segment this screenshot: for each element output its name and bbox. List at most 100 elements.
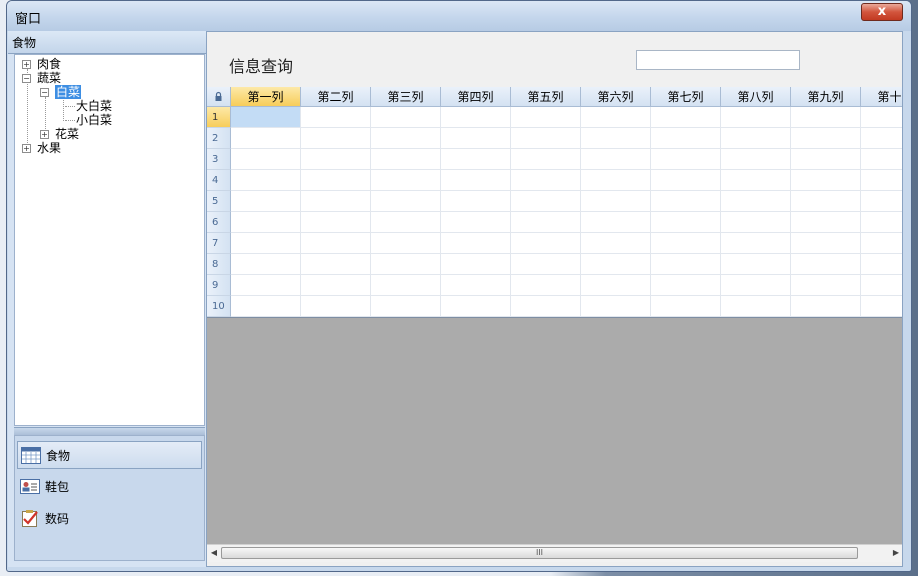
grid-cell[interactable] [301, 233, 371, 254]
grid-cell[interactable] [791, 233, 861, 254]
grid-cell[interactable] [861, 170, 902, 191]
column-header[interactable]: 第六列 [581, 87, 651, 107]
grid-cell[interactable] [721, 149, 791, 170]
scroll-left-icon[interactable]: ◀ [208, 547, 220, 559]
row-header[interactable]: 6 [207, 212, 231, 233]
grid-cell[interactable] [721, 170, 791, 191]
grid-cell[interactable] [301, 212, 371, 233]
grid-cell[interactable] [651, 191, 721, 212]
grid-cell[interactable] [231, 233, 301, 254]
grid-cell[interactable] [301, 128, 371, 149]
grid-cell[interactable] [231, 170, 301, 191]
grid-cell[interactable] [861, 191, 902, 212]
grid-cell[interactable] [231, 296, 301, 317]
grid-cell[interactable] [861, 149, 902, 170]
column-header[interactable]: 第一列 [231, 87, 301, 107]
grid-cell[interactable] [861, 128, 902, 149]
grid-cell[interactable] [441, 170, 511, 191]
grid-cell[interactable] [511, 170, 581, 191]
grid-cell[interactable] [581, 275, 651, 296]
grid-cell[interactable] [651, 128, 721, 149]
grid-cell[interactable] [721, 296, 791, 317]
grid-cell[interactable] [581, 170, 651, 191]
column-header[interactable]: 第八列 [721, 87, 791, 107]
tree-node-bok-choy[interactable]: 小白菜 [76, 113, 112, 127]
grid-cell[interactable] [511, 191, 581, 212]
grid-cell[interactable] [441, 296, 511, 317]
grid-cell[interactable] [721, 212, 791, 233]
grid-cell[interactable] [651, 233, 721, 254]
row-header[interactable]: 10 [207, 296, 231, 317]
column-header[interactable]: 第七列 [651, 87, 721, 107]
grid-cell[interactable] [511, 233, 581, 254]
grid-cell[interactable] [651, 107, 721, 128]
grid-cell[interactable] [371, 149, 441, 170]
row-header[interactable]: 7 [207, 233, 231, 254]
grid-cell[interactable] [371, 254, 441, 275]
row-header[interactable]: 1 [207, 107, 231, 128]
nav-item-digital[interactable]: 数码 [17, 505, 202, 533]
grid-cell[interactable] [371, 296, 441, 317]
grid-cell[interactable] [721, 254, 791, 275]
row-header[interactable]: 5 [207, 191, 231, 212]
grid-cell[interactable] [791, 254, 861, 275]
grid-cell[interactable] [581, 149, 651, 170]
grid-cell[interactable] [231, 107, 301, 128]
grid-cell[interactable] [231, 275, 301, 296]
grid-cell[interactable] [301, 254, 371, 275]
grid-cell[interactable] [301, 170, 371, 191]
grid-cell[interactable] [511, 254, 581, 275]
column-header[interactable]: 第九列 [791, 87, 861, 107]
grid-cell[interactable] [721, 275, 791, 296]
column-header[interactable]: 第十列 [861, 87, 902, 107]
scroll-thumb[interactable]: III [221, 547, 858, 559]
grid-cell[interactable] [301, 275, 371, 296]
expand-icon[interactable]: + [22, 60, 31, 69]
grid-cell[interactable] [231, 149, 301, 170]
grid-cell[interactable] [231, 128, 301, 149]
grid-cell[interactable] [791, 296, 861, 317]
grid-cell[interactable] [371, 233, 441, 254]
row-header[interactable]: 3 [207, 149, 231, 170]
grid-cell[interactable] [301, 107, 371, 128]
grid-cell[interactable] [581, 107, 651, 128]
grid-cell[interactable] [441, 149, 511, 170]
grid-cell[interactable] [511, 212, 581, 233]
scroll-right-icon[interactable]: ▶ [890, 547, 902, 559]
grid-cell[interactable] [861, 296, 902, 317]
grid-cell[interactable] [301, 296, 371, 317]
grid-cell[interactable] [861, 107, 902, 128]
grid-cell[interactable] [861, 275, 902, 296]
grid-cell[interactable] [371, 107, 441, 128]
grid-cell[interactable] [371, 191, 441, 212]
grid-cell[interactable] [441, 233, 511, 254]
expand-icon[interactable]: + [40, 130, 49, 139]
category-tree[interactable]: + 肉食 − 蔬菜 − 白菜 大白菜 小白菜 + 花菜 + 水果 [14, 54, 205, 426]
grid-cell[interactable] [861, 233, 902, 254]
grid-cell[interactable] [371, 128, 441, 149]
grid-cell[interactable] [441, 191, 511, 212]
grid-cell[interactable] [581, 128, 651, 149]
row-header[interactable]: 9 [207, 275, 231, 296]
query-input[interactable] [636, 50, 800, 70]
grid-cell[interactable] [861, 212, 902, 233]
grid-cell[interactable] [511, 149, 581, 170]
row-header[interactable]: 8 [207, 254, 231, 275]
close-button[interactable]: x [861, 3, 903, 21]
tree-node-napa-cabbage[interactable]: 大白菜 [76, 99, 112, 113]
grid-cell[interactable] [441, 212, 511, 233]
grid-cell[interactable] [581, 254, 651, 275]
grid-cell[interactable] [791, 191, 861, 212]
grid-cell[interactable] [581, 212, 651, 233]
grid-cell[interactable] [651, 296, 721, 317]
grid-cell[interactable] [441, 275, 511, 296]
grid-cell[interactable] [371, 170, 441, 191]
grid-cell[interactable] [721, 107, 791, 128]
grid-cell[interactable] [791, 275, 861, 296]
grid-cell[interactable] [651, 275, 721, 296]
nav-item-bags[interactable]: 鞋包 [17, 473, 202, 501]
grid-cell[interactable] [511, 296, 581, 317]
grid-cell[interactable] [791, 128, 861, 149]
grid-cell[interactable] [511, 107, 581, 128]
grid-cell[interactable] [441, 107, 511, 128]
